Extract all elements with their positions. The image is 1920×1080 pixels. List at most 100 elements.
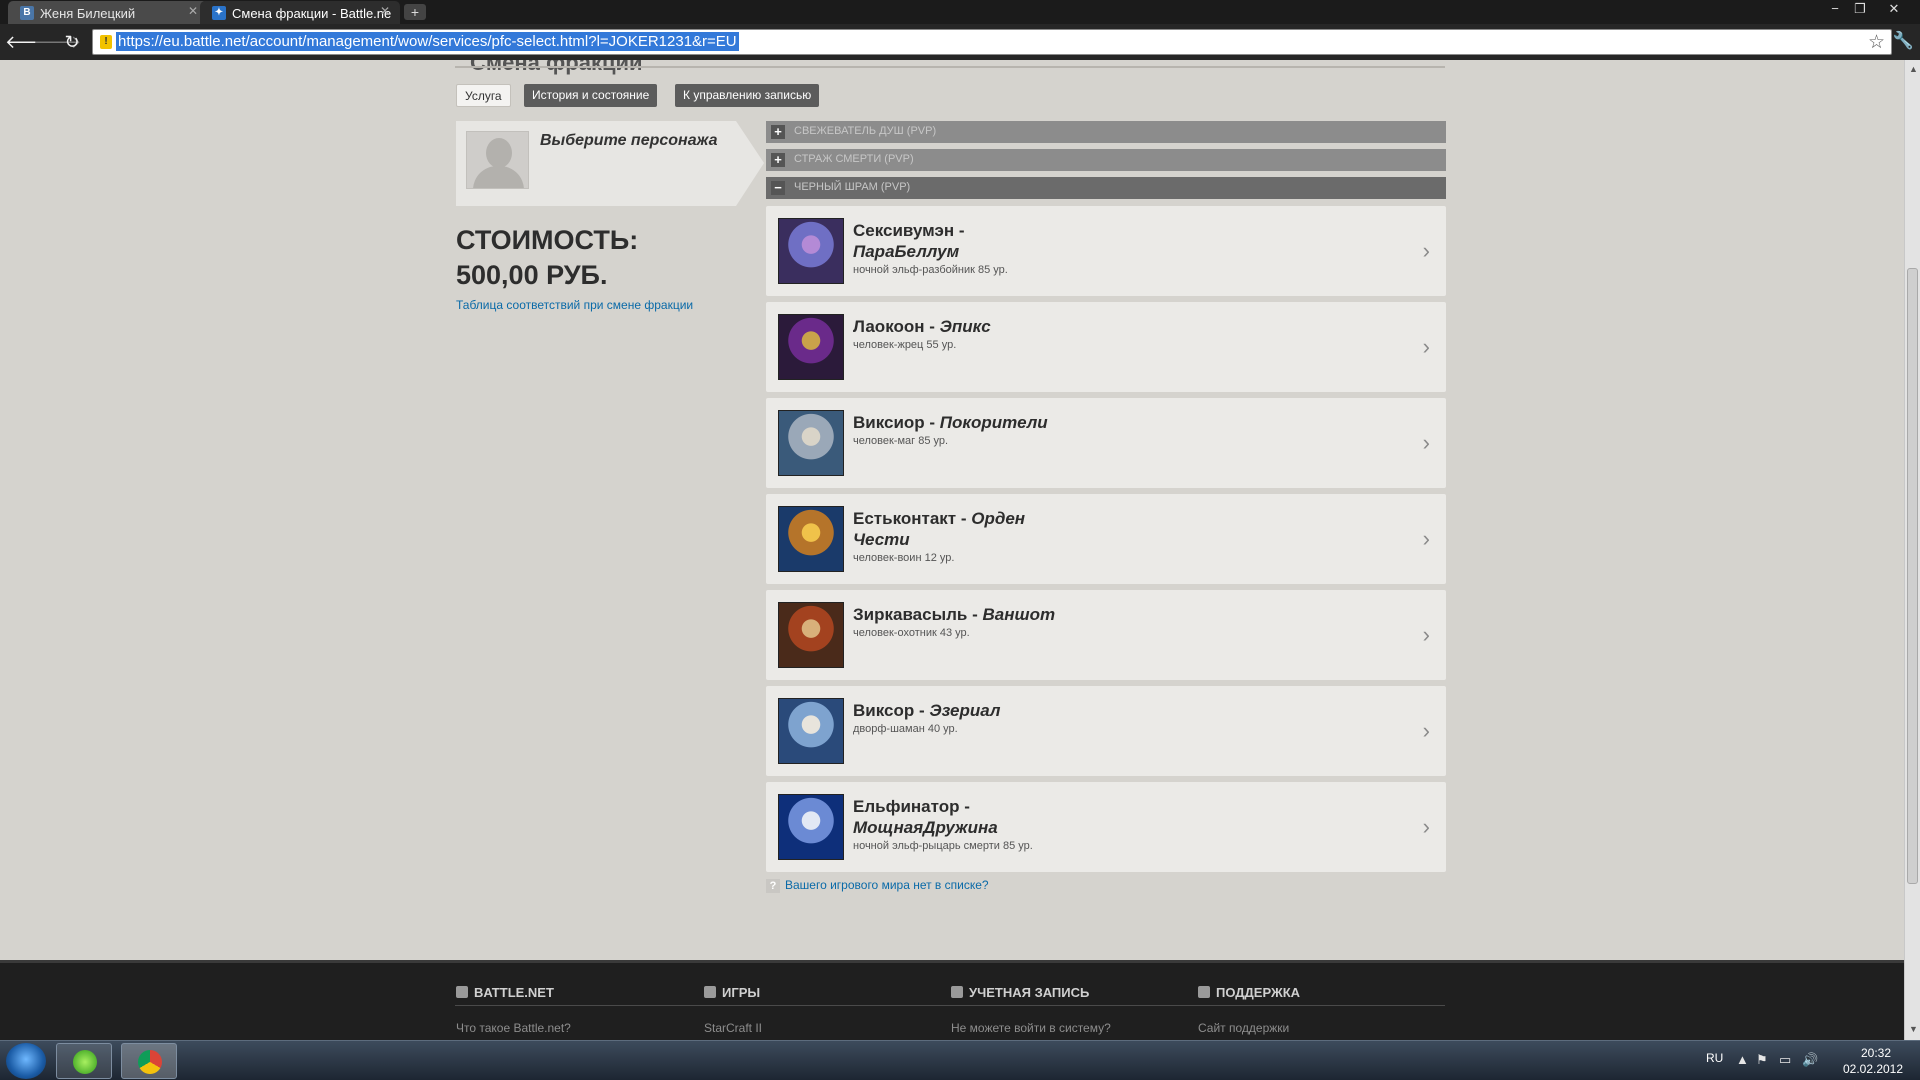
character-class-level: ночной эльф-разбойник 85 ур. [853,264,1008,276]
scrollbar-thumb[interactable] [1907,268,1918,884]
browser-tab-battlenet[interactable]: ✦ Смена фракции - Battle.ne ✕ [200,1,400,24]
realm-name: СВЕЖЕВАТЕЛЬ ДУШ (PVP) [794,125,937,137]
select-character-label: Выберите персонажа [540,132,718,149]
icq-flower-icon [73,1050,97,1074]
character-card[interactable]: Естьконтакт - Орден Чести человек-воин 12… [766,494,1446,584]
footer-link[interactable]: Сайт поддержки [1198,1021,1289,1035]
character-class-level: человек-охотник 43 ур. [853,627,970,639]
character-card[interactable]: Ельфинатор - МощнаяДружина ночной эльф-ры… [766,782,1446,872]
missing-realm-text[interactable]: Вашего игрового мира нет в списке? [785,878,989,892]
footer-col-battlenet: BATTLE.NET [456,985,554,1000]
windows-taskbar: RU ▲ ⚑ ▭ 🔊 20:32 02.02.2012 [0,1040,1920,1080]
support-gear-icon [1198,986,1210,998]
chevron-right-icon: › [1422,718,1430,743]
language-indicator[interactable]: RU [1706,1051,1723,1065]
windows-start-button[interactable] [6,1043,46,1079]
expand-plus-icon[interactable]: + [771,153,785,167]
network-icon[interactable]: ▭ [1779,1052,1791,1068]
realm-name: СТРАЖ СМЕРТИ (PVP) [794,153,914,165]
tab-title: Женя Билецкий [40,6,136,21]
minimize-window-button[interactable]: − [1822,0,1848,18]
character-name: Виксор - Эзериал дворф-шаман 40 ур. [853,700,1063,737]
character-name: Лаокоон - Эпикс человек-жрец 55 ур. [853,316,1063,353]
wrench-menu-icon[interactable]: 🔧 [1893,31,1914,51]
question-icon: ? [766,879,780,893]
url-text[interactable]: https://eu.battle.net/account/management… [116,32,739,51]
show-hidden-icons-icon[interactable]: ▲ [1736,1052,1749,1067]
realm-bar[interactable]: + СТРАЖ СМЕРТИ (PVP) [766,149,1446,171]
character-portrait [778,218,844,284]
guild-name: Ваншот [982,605,1056,624]
account-icon [951,986,963,998]
character-name: Зиркавасыль - Ваншот человек-охотник 43 у… [853,604,1063,641]
character-name-text: Виксиор - [853,413,940,432]
footer-col-account: УЧЕТНАЯ ЗАПИСЬ [951,985,1089,1000]
new-tab-button[interactable]: + [404,4,426,20]
taskbar-icq-app[interactable] [56,1043,112,1079]
tab-manage-account[interactable]: К управлению записью [675,84,820,107]
footer-col-title: ИГРЫ [722,985,761,1000]
footer-col-title: BATTLE.NET [474,985,554,1000]
character-class-level: человек-маг 85 ур. [853,435,949,447]
faction-table-link[interactable]: Таблица соответствий при смене фракции [456,298,693,312]
battlenet-favicon-icon: ✦ [212,6,226,20]
character-portrait [778,698,844,764]
character-name: Виксиор - Покорители человек-маг 85 ур. [853,412,1063,449]
chevron-right-icon: › [1422,430,1430,455]
scroll-down-arrow-icon[interactable]: ▼ [1909,1024,1918,1034]
realm-bar[interactable]: + СВЕЖЕВАТЕЛЬ ДУШ (PVP) [766,121,1446,143]
warning-lock-icon: ! [100,35,112,49]
guild-name: МощнаяДружина [853,818,998,837]
clock-time[interactable]: 20:32 [1851,1046,1901,1060]
price-value: 500,00 РУБ. [456,260,608,290]
browser-toolbar: 🡐 🡒 ↻ ! https://eu.battle.net/account/ma… [0,24,1920,60]
guild-name: Эпикс [939,317,991,336]
guild-name: Покорители [939,413,1048,432]
reload-icon[interactable]: ↻ [61,32,83,52]
tab-close-icon[interactable]: ✕ [188,4,198,18]
volume-icon[interactable]: 🔊 [1802,1052,1818,1068]
selected-character-box: Выберите персонажа [456,121,736,206]
realm-bar[interactable]: − ЧЕРНЫЙ ШРАМ (PVP) [766,177,1446,199]
header-divider [455,66,1445,68]
footer-link[interactable]: Не можете войти в систему? [951,1021,1111,1035]
character-card[interactable]: Зиркавасыль - Ваншот человек-охотник 43 у… [766,590,1446,680]
character-card[interactable]: Виксор - Эзериал дворф-шаман 40 ур. › [766,686,1446,776]
taskbar-chrome-app[interactable] [121,1043,177,1079]
character-card[interactable]: Сексивумэн - ПараБеллум ночной эльф-разбо… [766,206,1446,296]
games-icon [704,986,716,998]
character-card[interactable]: Лаокоон - Эпикс человек-жрец 55 ур. › [766,302,1446,392]
close-window-button[interactable]: ✕ [1881,0,1907,18]
tab-history[interactable]: История и состояние [524,84,658,107]
character-name-text: Зиркавасыль - [853,605,983,624]
character-name: Естьконтакт - Орден Чести человек-воин 12… [853,508,1063,566]
restore-window-button[interactable]: ❐ [1847,0,1873,18]
scroll-up-arrow-icon[interactable]: ▲ [1909,64,1918,74]
character-name-text: Ельфинатор - [853,797,970,816]
expand-plus-icon[interactable]: + [771,125,785,139]
chevron-right-icon: › [1422,238,1430,263]
footer-link[interactable]: Что такое Battle.net? [456,1021,571,1035]
footer-col-title: ПОДДЕРЖКА [1216,985,1301,1000]
collapse-minus-icon[interactable]: − [771,181,785,195]
browser-tab-vk[interactable]: B Женя Билецкий ✕ [8,1,208,24]
page-scrollbar[interactable]: ▲ ▼ [1904,60,1920,1040]
footer-divider [455,1005,1445,1006]
bookmark-star-icon[interactable]: ☆ [1868,31,1885,54]
footer-link[interactable]: StarCraft II [704,1021,762,1035]
action-center-flag-icon[interactable]: ⚑ [1756,1052,1768,1068]
forward-arrow-icon[interactable]: 🡒 [33,32,81,52]
guild-name: Эзериал [929,701,1001,720]
tab-title: Смена фракции - Battle.ne [232,6,392,21]
character-card[interactable]: Виксиор - Покорители человек-маг 85 ур. › [766,398,1446,488]
tab-service[interactable]: Услуга [456,84,511,107]
character-portrait [778,602,844,668]
tab-close-icon[interactable]: ✕ [380,4,390,18]
character-class-level: дворф-шаман 40 ур. [853,723,958,735]
missing-realm-link[interactable]: ? Вашего игрового мира нет в списке? [766,878,989,893]
address-bar[interactable]: ! https://eu.battle.net/account/manageme… [92,29,1892,55]
back-arrow-icon[interactable]: 🡐 [5,32,53,52]
site-footer: BATTLE.NET ИГРЫ УЧЕТНАЯ ЗАПИСЬ ПОДДЕРЖКА… [0,960,1904,1040]
clock-date[interactable]: 02.02.2012 [1838,1062,1908,1076]
chevron-right-icon: › [1422,526,1430,551]
